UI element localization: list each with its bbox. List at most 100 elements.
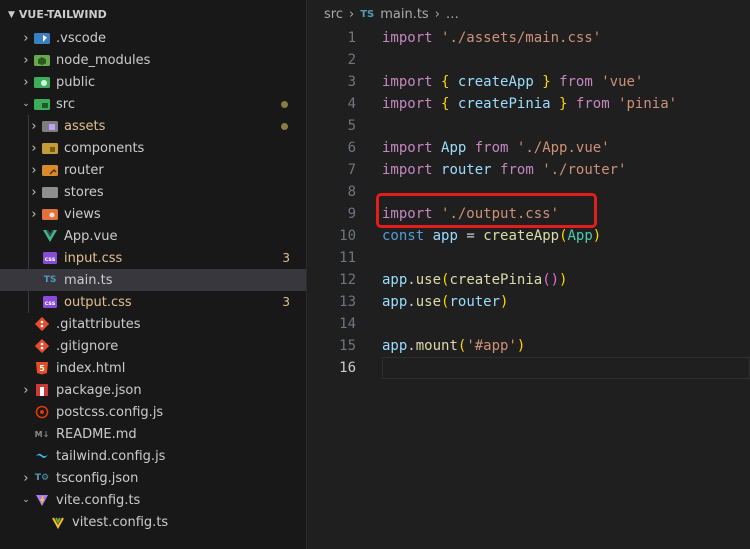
code-line-current: 16 [308, 357, 750, 379]
paren-token: ) [592, 228, 602, 244]
tree-item-vscode[interactable]: › .vscode [0, 27, 306, 49]
string-token: './router' [542, 162, 627, 178]
tree-label: public [56, 74, 96, 90]
tree-item-vite-config[interactable]: ⌄ vite.config.ts [0, 489, 306, 511]
line-number: 10 [339, 228, 356, 244]
paren-token: ) [516, 338, 526, 354]
code-line: 12 app.use(createPinia()) [308, 269, 750, 291]
tree-item-src[interactable]: ⌄ src [0, 93, 306, 115]
explorer-header[interactable]: ▼ VUE-TAILWIND [0, 0, 306, 30]
tree-label: tailwind.config.js [56, 448, 166, 464]
paren-token: ( [559, 228, 568, 244]
tree-item-router[interactable]: › router [0, 159, 306, 181]
identifier-token: app [382, 338, 408, 354]
tree-item-input-css[interactable]: css input.css 3 [0, 247, 306, 269]
tree-item-package-json[interactable]: › package.json [0, 379, 306, 401]
tree-label: assets [64, 118, 106, 134]
chevron-right-icon: › [31, 206, 37, 222]
tree-item-public[interactable]: › public [0, 71, 306, 93]
line-content [356, 313, 382, 335]
tree-item-components[interactable]: › components [0, 137, 306, 159]
line-number: 11 [339, 250, 356, 266]
css-file-icon: css [42, 294, 58, 310]
components-folder-icon [42, 140, 58, 156]
tree-label: .gitignore [56, 338, 119, 354]
function-token: createApp [483, 228, 560, 244]
breadcrumb-folder[interactable]: src [324, 7, 343, 22]
tree-item-main-ts[interactable]: TS main.ts [0, 269, 306, 291]
tree-label: App.vue [64, 228, 118, 244]
svg-text:css: css [45, 256, 56, 263]
tree-item-assets[interactable]: › assets [0, 115, 306, 137]
punct-token: . [407, 338, 416, 354]
chevron-right-icon: › [31, 118, 37, 134]
line-number: 15 [339, 338, 356, 354]
tree-item-stores[interactable]: › stores [0, 181, 306, 203]
tree-item-index-html[interactable]: 5 index.html [0, 357, 306, 379]
vite-file-icon [34, 492, 50, 508]
tree-item-readme[interactable]: M↓ README.md [0, 423, 306, 445]
identifier-token: App [567, 228, 593, 244]
svg-text:5: 5 [39, 364, 45, 373]
tree-item-postcss[interactable]: postcss.config.js [0, 401, 306, 423]
assets-folder-icon [42, 118, 58, 134]
chevron-down-icon: ⌄ [22, 99, 30, 109]
chevron-right-icon: › [23, 470, 29, 486]
code-line: 11 [308, 247, 750, 269]
chevron-right-icon: › [31, 140, 37, 156]
code-line: 14 [308, 313, 750, 335]
vitest-file-icon [50, 514, 66, 530]
git-file-icon [34, 316, 50, 332]
line-number: 12 [339, 272, 356, 288]
code-line: 10 const app = createApp(App) [308, 225, 750, 247]
identifier-token: router [441, 162, 492, 178]
paren-token: ) [559, 272, 568, 288]
line-number: 16 [339, 360, 356, 376]
src-folder-icon [34, 96, 50, 112]
chevron-down-icon: ▼ [8, 10, 15, 20]
html-file-icon: 5 [34, 360, 50, 376]
tree-item-output-css[interactable]: css output.css 3 [0, 291, 306, 313]
git-file-icon [34, 338, 50, 354]
tree-item-tailwind[interactable]: tailwind.config.js [0, 445, 306, 467]
code-editor[interactable]: src › TS main.ts › … 1 import './assets/… [308, 0, 750, 549]
tree-item-app-vue[interactable]: App.vue [0, 225, 306, 247]
tree-label: input.css [64, 250, 123, 266]
ts-file-icon: TS [360, 8, 375, 20]
line-content: app.mount('#app') [356, 335, 525, 357]
line-number: 7 [347, 162, 356, 178]
line-content[interactable] [382, 357, 750, 379]
chevron-right-icon: › [23, 74, 29, 90]
tree-item-vitest-config[interactable]: vitest.config.ts [0, 511, 306, 533]
chevron-right-icon: › [23, 52, 29, 68]
brace-token: { [441, 96, 450, 112]
tree-item-node-modules[interactable]: › node_modules [0, 49, 306, 71]
file-tree: › .vscode › node_modules › public ⌄ src … [0, 27, 306, 533]
tree-item-views[interactable]: › views [0, 203, 306, 225]
identifier-token: app [432, 228, 458, 244]
ts-file-icon: TS [43, 275, 57, 285]
tree-label: tsconfig.json [56, 470, 139, 486]
breadcrumb-file[interactable]: main.ts [380, 7, 428, 22]
string-token: 'vue' [601, 74, 644, 90]
annotation-highlight-box [376, 193, 597, 228]
line-number: 8 [347, 184, 356, 200]
tree-label: src [56, 96, 75, 112]
keyword-token: from [559, 74, 593, 90]
brace-token: } [542, 74, 551, 90]
explorer-title: VUE-TAILWIND [18, 8, 107, 21]
tsconfig-file-icon: T⚙ [34, 473, 50, 483]
identifier-token: router [449, 294, 501, 310]
identifier-token: app [382, 272, 408, 288]
tree-item-gitignore[interactable]: .gitignore [0, 335, 306, 357]
tree-item-gitattributes[interactable]: .gitattributes [0, 313, 306, 335]
operator-token: = [466, 228, 475, 244]
line-content [356, 49, 382, 71]
keyword-token: import [382, 30, 433, 46]
breadcrumb-symbol[interactable]: … [446, 7, 459, 22]
line-content [356, 115, 382, 137]
keyword-token: import [382, 162, 433, 178]
paren-token: () [542, 272, 560, 288]
tree-item-tsconfig[interactable]: › T⚙ tsconfig.json [0, 467, 306, 489]
tree-label: router [64, 162, 104, 178]
